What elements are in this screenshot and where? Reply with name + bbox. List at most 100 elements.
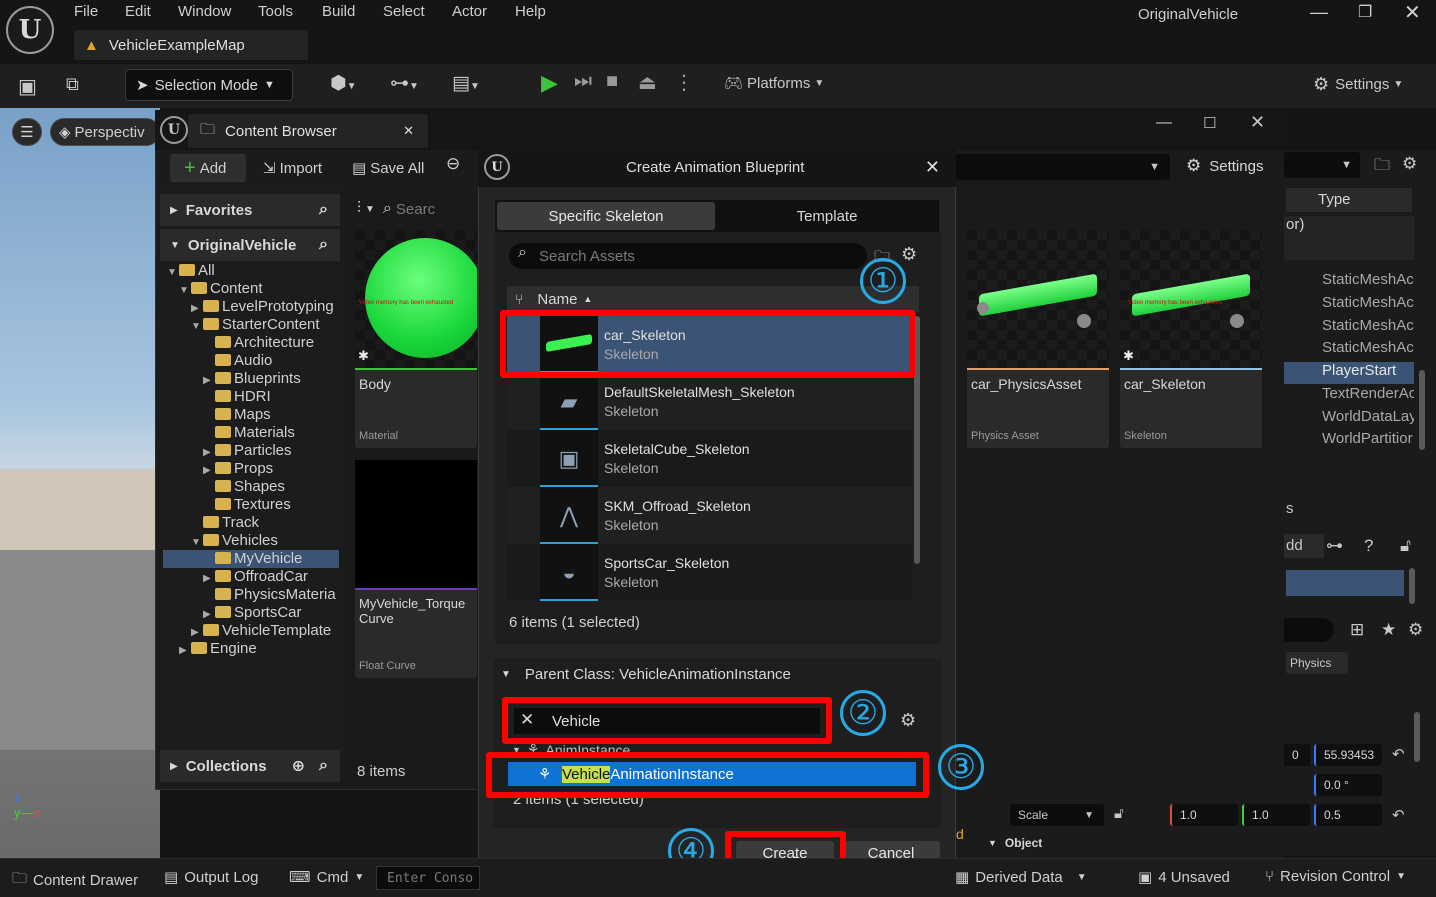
unsaved-button[interactable]: ▣ 4 Unsaved xyxy=(1138,868,1230,887)
chevron-right-icon[interactable]: ▶ xyxy=(203,609,215,620)
folder-tree-item[interactable]: Materials xyxy=(163,424,339,442)
rotation-z-field[interactable]: 0.0 ° xyxy=(1314,774,1382,796)
save-icon[interactable]: ▣ xyxy=(18,74,37,99)
collections-header[interactable]: ▶ Collections ⊕ ⌕ xyxy=(160,750,340,782)
history-back-icon[interactable]: ⊖ xyxy=(446,154,460,182)
filter-icon[interactable]: ⫶ xyxy=(357,200,361,218)
folder-tree-item[interactable]: Audio xyxy=(163,352,339,370)
star-icon[interactable]: ★ xyxy=(1381,620,1396,640)
derived-data-button[interactable]: ▦ Derived Data ▼ xyxy=(955,868,1087,887)
menu-actor[interactable]: Actor xyxy=(452,3,487,20)
outliner-row[interactable]: StaticMeshAc xyxy=(1284,317,1414,339)
content-browser-tab[interactable]: 🗀︎ Content Browser ✕ xyxy=(188,114,428,148)
chevron-right-icon[interactable]: ▶ xyxy=(191,627,203,638)
minimize-icon[interactable]: — xyxy=(1310,2,1328,23)
map-tab[interactable]: ▲ VehicleExampleMap xyxy=(74,30,308,60)
folder-tree-item[interactable]: ▶ LevelPrototyping xyxy=(163,298,339,316)
chevron-right-icon[interactable]: ▶ xyxy=(203,375,215,386)
perspective-button[interactable]: ◈ Perspectiv xyxy=(50,118,160,146)
menu-select[interactable]: Select xyxy=(383,3,425,20)
menu-file[interactable]: File xyxy=(74,3,98,20)
details-add-button[interactable]: dd xyxy=(1284,534,1324,558)
chevron-down-icon[interactable]: ▼ xyxy=(191,537,203,548)
import-button[interactable]: ⇲ Import xyxy=(263,154,322,182)
skeleton-search-input[interactable]: Search Assets xyxy=(509,243,867,269)
skeleton-row[interactable]: ▰ DefaultSkeletalMesh_Skeleton Skeleton xyxy=(507,373,912,430)
outliner-row[interactable]: WorldPartitior xyxy=(1284,430,1414,452)
object-section-header[interactable]: ▼ Object xyxy=(988,836,1042,850)
chevron-right-icon[interactable]: ▶ xyxy=(191,303,203,314)
more-options-icon[interactable]: ⋮ xyxy=(674,70,694,95)
outliner-row[interactable]: TextRenderAc xyxy=(1284,385,1414,407)
outliner-row[interactable] xyxy=(1284,238,1414,260)
play-icon[interactable]: ▶ xyxy=(541,70,558,96)
help-icon[interactable]: ? xyxy=(1364,536,1373,556)
selection-mode-dropdown[interactable]: ➤ Selection Mode ▼ xyxy=(125,69,293,101)
folder-tree-item[interactable]: MyVehicle xyxy=(163,550,339,568)
reset-icon[interactable]: ↶ xyxy=(1392,806,1405,824)
folder-tree-item[interactable]: ▶ Particles xyxy=(163,442,339,460)
content-drawer-button[interactable]: 🗀︎ Content Drawer xyxy=(12,868,138,893)
outliner-filter-dropdown[interactable]: ▼ xyxy=(1284,152,1360,178)
folder-tree-item[interactable]: ▶ Blueprints xyxy=(163,370,339,388)
project-header[interactable]: ▼ OriginalVehicle ⌕ xyxy=(160,229,340,261)
blueprint-icon[interactable]: ⊶ xyxy=(1326,536,1343,556)
lock-icon[interactable]: 🔓︎ xyxy=(1400,536,1411,556)
asset-tile-torque-curve[interactable]: MyVehicle_Torque Curve Float Curve xyxy=(355,460,477,678)
chevron-down-icon[interactable]: ▼ xyxy=(167,267,179,278)
folder-tree-item[interactable]: ▼ Content xyxy=(163,280,339,298)
console-input[interactable]: Enter Conso xyxy=(376,866,480,890)
folder-tree-item[interactable]: Maps xyxy=(163,406,339,424)
eject-icon[interactable]: ⏏ xyxy=(638,70,657,95)
restore-icon[interactable]: ❐ xyxy=(1358,2,1372,22)
chevron-down-icon[interactable]: ▼ xyxy=(179,285,191,296)
location-y-field[interactable]: 0 xyxy=(1284,744,1310,766)
clear-filter-icon[interactable]: ✕ xyxy=(520,710,534,730)
step-icon[interactable]: ⏭ xyxy=(574,70,592,93)
add-button[interactable]: + Add xyxy=(170,154,246,182)
skeleton-row[interactable]: ⋀ SKM_Offroad_Skeleton Skeleton xyxy=(507,487,912,544)
menu-edit[interactable]: Edit xyxy=(125,3,151,20)
folder-tree-item[interactable]: HDRI xyxy=(163,388,339,406)
asset-tile-car-skeleton[interactable]: Video memory has been exhausted ✱ car_Sk… xyxy=(1120,230,1262,448)
add-actor-icon[interactable]: ⬢▼ xyxy=(330,72,357,95)
details-component-row[interactable] xyxy=(1286,570,1404,596)
outliner-row[interactable]: StaticMeshAc xyxy=(1284,339,1414,361)
tab-template[interactable]: Template xyxy=(717,202,937,230)
folder-tree-item[interactable]: ▼ All xyxy=(163,262,339,280)
folder-tree-item[interactable]: Shapes xyxy=(163,478,339,496)
chevron-right-icon[interactable]: ▶ xyxy=(179,645,191,656)
favorites-header[interactable]: ▶ Favorites ⌕ xyxy=(160,194,340,226)
tab-specific-skeleton[interactable]: Specific Skeleton xyxy=(497,202,715,230)
add-folder-icon[interactable]: 🗀︎ xyxy=(1374,154,1390,181)
asset-search-input[interactable]: Searc xyxy=(396,201,435,218)
scale-z-field[interactable]: 0.5 xyxy=(1314,804,1382,826)
search-icon[interactable]: ⌕ xyxy=(319,236,328,254)
platforms-button[interactable]: 🎮︎ Platforms ▼ xyxy=(724,74,824,93)
save-all-button[interactable]: ▤ Save All xyxy=(352,154,424,182)
revision-control-button[interactable]: ⑂ Revision Control ▼ xyxy=(1265,868,1406,885)
gear-icon[interactable]: ⚙ xyxy=(1402,154,1417,174)
gear-icon[interactable]: ⚙ xyxy=(900,710,916,731)
folder-tree-item[interactable]: PhysicsMateria xyxy=(163,586,339,604)
menu-build[interactable]: Build xyxy=(322,3,355,20)
outliner-row[interactable]: PlayerStart xyxy=(1284,362,1414,384)
scale-y-field[interactable]: 1.0 xyxy=(1242,804,1310,826)
minimize-icon[interactable]: — xyxy=(1156,114,1172,132)
chevron-right-icon[interactable]: ▶ xyxy=(203,465,215,476)
grid-view-icon[interactable]: ⊞ xyxy=(1350,620,1364,640)
skeleton-row[interactable]: ▣ SkeletalCube_Skeleton Skeleton xyxy=(507,430,912,487)
outliner-row[interactable]: WorldDataLay xyxy=(1284,408,1414,430)
path-dropdown[interactable]: ▼ xyxy=(956,154,1170,180)
viewport-menu-button[interactable]: ☰ xyxy=(12,118,42,146)
add-collection-icon[interactable]: ⊕ xyxy=(292,756,305,776)
search-icon[interactable]: ⌕ xyxy=(319,201,328,219)
gear-icon[interactable]: ⚙ xyxy=(901,244,917,265)
reset-icon[interactable]: ↶ xyxy=(1392,745,1405,763)
type-column-header[interactable]: Type xyxy=(1286,188,1412,212)
folder-tree-item[interactable]: ▶ Props xyxy=(163,460,339,478)
folder-tree-item[interactable]: Architecture xyxy=(163,334,339,352)
browse-icon[interactable]: ⧉ xyxy=(66,74,79,95)
details-search-input[interactable] xyxy=(1284,618,1334,642)
close-icon[interactable]: ✕ xyxy=(1250,112,1265,133)
